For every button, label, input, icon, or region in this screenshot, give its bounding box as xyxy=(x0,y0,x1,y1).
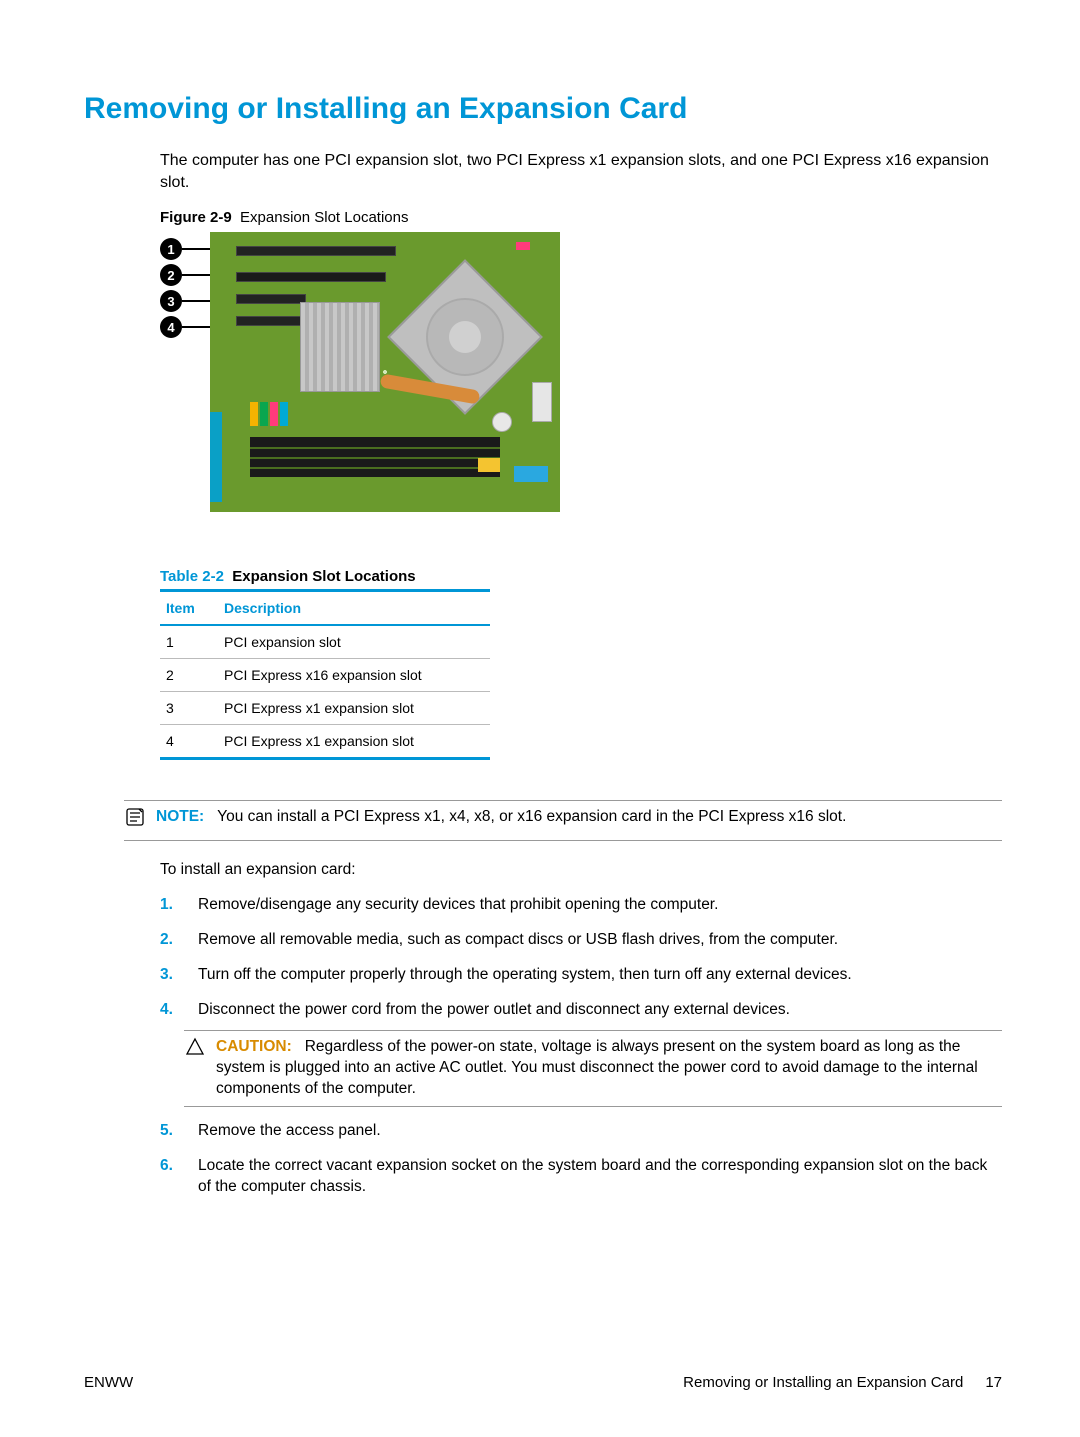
io-ports-graphic xyxy=(210,412,222,502)
step-5: 5. Remove the access panel. xyxy=(160,1121,1002,1142)
step-6: 6. Locate the correct vacant expansion s… xyxy=(160,1156,1002,1198)
callout-2: 2 xyxy=(160,264,182,286)
callout-4: 4 xyxy=(160,316,182,338)
procedure-leadin: To install an expansion card: xyxy=(160,861,1002,879)
note-icon xyxy=(124,807,146,834)
chip-graphic xyxy=(478,458,500,472)
header-graphic xyxy=(516,242,530,250)
step-text: Disconnect the power cord from the power… xyxy=(198,1000,1002,1021)
chipset-heatsink-graphic xyxy=(300,302,380,392)
step-number: 1. xyxy=(160,895,184,916)
motherboard-illustration xyxy=(210,232,560,512)
table-label: Table 2-2 xyxy=(160,568,224,585)
ram-slots-graphic xyxy=(250,437,500,477)
table-caption: Table 2-2 Expansion Slot Locations xyxy=(160,568,490,585)
step-4: 4. Disconnect the power cord from the po… xyxy=(160,1000,1002,1108)
page-footer: ENWW Removing or Installing an Expansion… xyxy=(84,1374,1002,1391)
note-admonition: NOTE: You can install a PCI Express x1, … xyxy=(124,800,1002,841)
caution-label: CAUTION: xyxy=(216,1038,292,1055)
cmos-battery-graphic xyxy=(492,412,512,432)
figure-callouts: 1 2 3 4 xyxy=(160,238,214,338)
table-row: 1 PCI expansion slot xyxy=(160,625,490,659)
pci-slot-graphic xyxy=(236,246,396,256)
table-row: 3 PCI Express x1 expansion slot xyxy=(160,692,490,725)
motherboard-figure: 1 2 3 4 xyxy=(160,232,560,512)
table-header-description: Description xyxy=(218,591,490,626)
power-connector-graphic xyxy=(532,382,552,422)
step-number: 3. xyxy=(160,965,184,986)
intro-paragraph: The computer has one PCI expansion slot,… xyxy=(160,150,1002,193)
footer-page-number: 17 xyxy=(985,1374,1002,1391)
footer-left: ENWW xyxy=(84,1374,133,1391)
audio-jacks-graphic xyxy=(250,402,288,426)
step-number: 5. xyxy=(160,1121,184,1142)
step-1: 1. Remove/disengage any security devices… xyxy=(160,895,1002,916)
pcie-x1-slot-b-graphic xyxy=(236,316,306,326)
section-title: Removing or Installing an Expansion Card xyxy=(84,92,1002,126)
step-text: Remove the access panel. xyxy=(198,1121,1002,1142)
step-number: 6. xyxy=(160,1156,184,1198)
table-row: 4 PCI Express x1 expansion slot xyxy=(160,725,490,759)
figure-caption: Figure 2-9 Expansion Slot Locations xyxy=(160,209,1002,226)
step-text: Turn off the computer properly through t… xyxy=(198,965,1002,986)
table-header-item: Item xyxy=(160,591,218,626)
table-caption-text: Expansion Slot Locations xyxy=(232,568,415,585)
step-3: 3. Turn off the computer properly throug… xyxy=(160,965,1002,986)
step-text: Remove all removable media, such as comp… xyxy=(198,930,1002,951)
step-number: 2. xyxy=(160,930,184,951)
note-label: NOTE: xyxy=(156,808,204,825)
step-number: 4. xyxy=(160,1000,184,1108)
table-row: 2 PCI Express x16 expansion slot xyxy=(160,659,490,692)
caution-text: Regardless of the power-on state, voltag… xyxy=(216,1038,978,1097)
step-2: 2. Remove all removable media, such as c… xyxy=(160,930,1002,951)
sata-connector-graphic xyxy=(514,466,548,482)
step-text: Locate the correct vacant expansion sock… xyxy=(198,1156,1002,1198)
pcie-x1-slot-a-graphic xyxy=(236,294,306,304)
footer-section: Removing or Installing an Expansion Card xyxy=(683,1374,963,1391)
figure-label: Figure 2-9 xyxy=(160,209,232,226)
caution-icon xyxy=(184,1037,206,1100)
callout-1: 1 xyxy=(160,238,182,260)
pcie-x16-slot-graphic xyxy=(236,272,386,282)
caution-admonition: CAUTION: Regardless of the power-on stat… xyxy=(184,1030,1002,1107)
expansion-slot-table: Item Description 1 PCI expansion slot 2 … xyxy=(160,589,490,760)
callout-3: 3 xyxy=(160,290,182,312)
note-text: You can install a PCI Express x1, x4, x8… xyxy=(217,808,846,825)
install-steps: 1. Remove/disengage any security devices… xyxy=(160,895,1002,1198)
step-text: Remove/disengage any security devices th… xyxy=(198,895,1002,916)
